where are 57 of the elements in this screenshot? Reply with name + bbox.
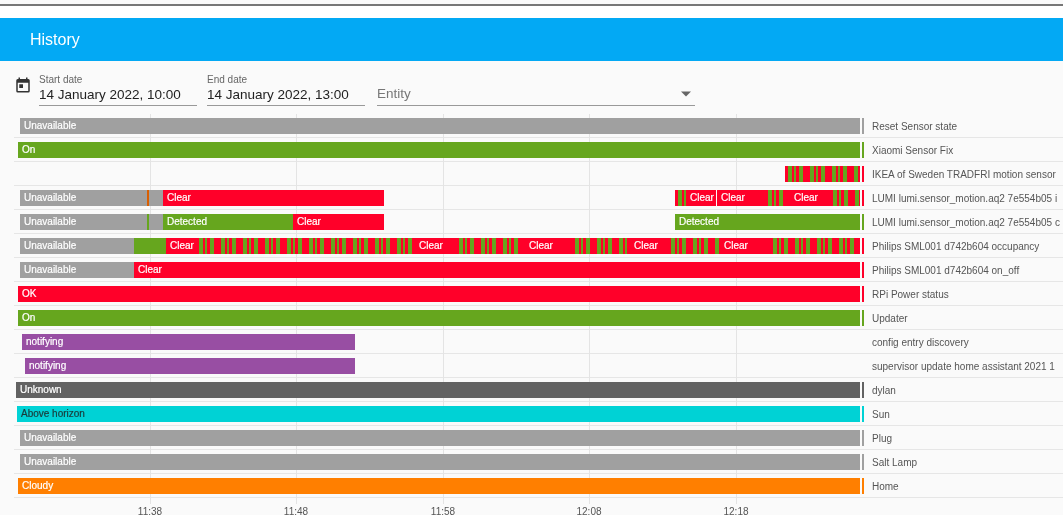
- entity-legend: Reset Sensor state: [862, 118, 1063, 134]
- state-bar: Unavailable: [20, 238, 134, 254]
- state-bar: Unavailable: [20, 454, 860, 470]
- entity-legend: dylan: [862, 382, 1063, 398]
- state-bar: Clear: [525, 238, 572, 254]
- caret-icon: [681, 90, 691, 97]
- state-bar: Clear: [415, 238, 456, 254]
- axis-tick-label: 12:08: [576, 506, 602, 515]
- entity-legend: Philips SML001 d742b604 on_off: [862, 262, 1063, 278]
- entity-legend: Philips SML001 d742b604 occupancy: [862, 238, 1063, 254]
- calendar-icon[interactable]: [14, 76, 32, 94]
- entity-legend: Sun: [862, 406, 1063, 422]
- state-bar: Clear: [293, 214, 384, 230]
- entity-legend: Xiaomi Sensor Fix: [862, 142, 1063, 158]
- entity-legend: Updater: [862, 310, 1063, 326]
- entity-legend: Home: [862, 478, 1063, 494]
- state-bar: Unavailable: [20, 118, 860, 134]
- entity-legend: LUMI lumi.sensor_motion.aq2 7e554b05 c: [862, 214, 1063, 230]
- state-bar: Clear: [630, 238, 668, 254]
- state-bar: Unavailable: [20, 190, 147, 206]
- state-bar: Detected: [163, 214, 293, 230]
- axis-tick-label: 11:48: [283, 506, 309, 515]
- state-bar: Unknown: [16, 382, 860, 398]
- state-bar: Above horizon: [17, 406, 860, 422]
- entity-legend: RPi Power status: [862, 286, 1063, 302]
- entity-legend: IKEA of Sweden TRADFRI motion sensor: [862, 166, 1063, 182]
- entity-legend: Plug: [862, 430, 1063, 446]
- entity-legend: config entry discovery: [862, 334, 1063, 350]
- state-bar: Clear: [720, 238, 770, 254]
- state-bar: Cloudy: [18, 478, 860, 494]
- state-bar: Clear: [134, 262, 860, 278]
- entity-legend: Salt Lamp: [862, 454, 1063, 470]
- entity-legend: LUMI lumi.sensor_motion.aq2 7e554b05 i: [862, 190, 1063, 206]
- state-bar: Clear: [686, 190, 716, 206]
- start-date-field[interactable]: Start date 14 January 2022, 10:00: [39, 74, 197, 106]
- page-title: History: [30, 30, 80, 49]
- field-label: Start date: [39, 74, 84, 85]
- state-bar: Unavailable: [20, 214, 147, 230]
- state-bar: On: [18, 142, 860, 158]
- state-bar: Clear: [717, 190, 765, 206]
- field-label: End date: [207, 74, 249, 85]
- state-bar: OK: [18, 286, 860, 302]
- state-bar: On: [18, 310, 860, 326]
- axis-tick-label: 11:38: [137, 506, 163, 515]
- entity-legend: supervisor update home assistant 2021 1: [862, 358, 1063, 374]
- state-bar: Clear: [166, 238, 196, 254]
- axis-tick-label: 11:58: [430, 506, 456, 515]
- entity-dropdown[interactable]: Entity: [377, 86, 695, 106]
- state-bar: Detected: [675, 214, 860, 230]
- state-bar: Clear: [163, 190, 384, 206]
- state-bar: Clear: [790, 190, 830, 206]
- state-bar: Unavailable: [20, 262, 134, 278]
- state-bar: notifying: [25, 358, 355, 374]
- axis-tick-label: 12:18: [723, 506, 749, 515]
- end-date-field[interactable]: End date 14 January 2022, 13:00: [207, 74, 365, 106]
- state-bar: Unavailable: [20, 430, 860, 446]
- state-bar: notifying: [22, 334, 355, 350]
